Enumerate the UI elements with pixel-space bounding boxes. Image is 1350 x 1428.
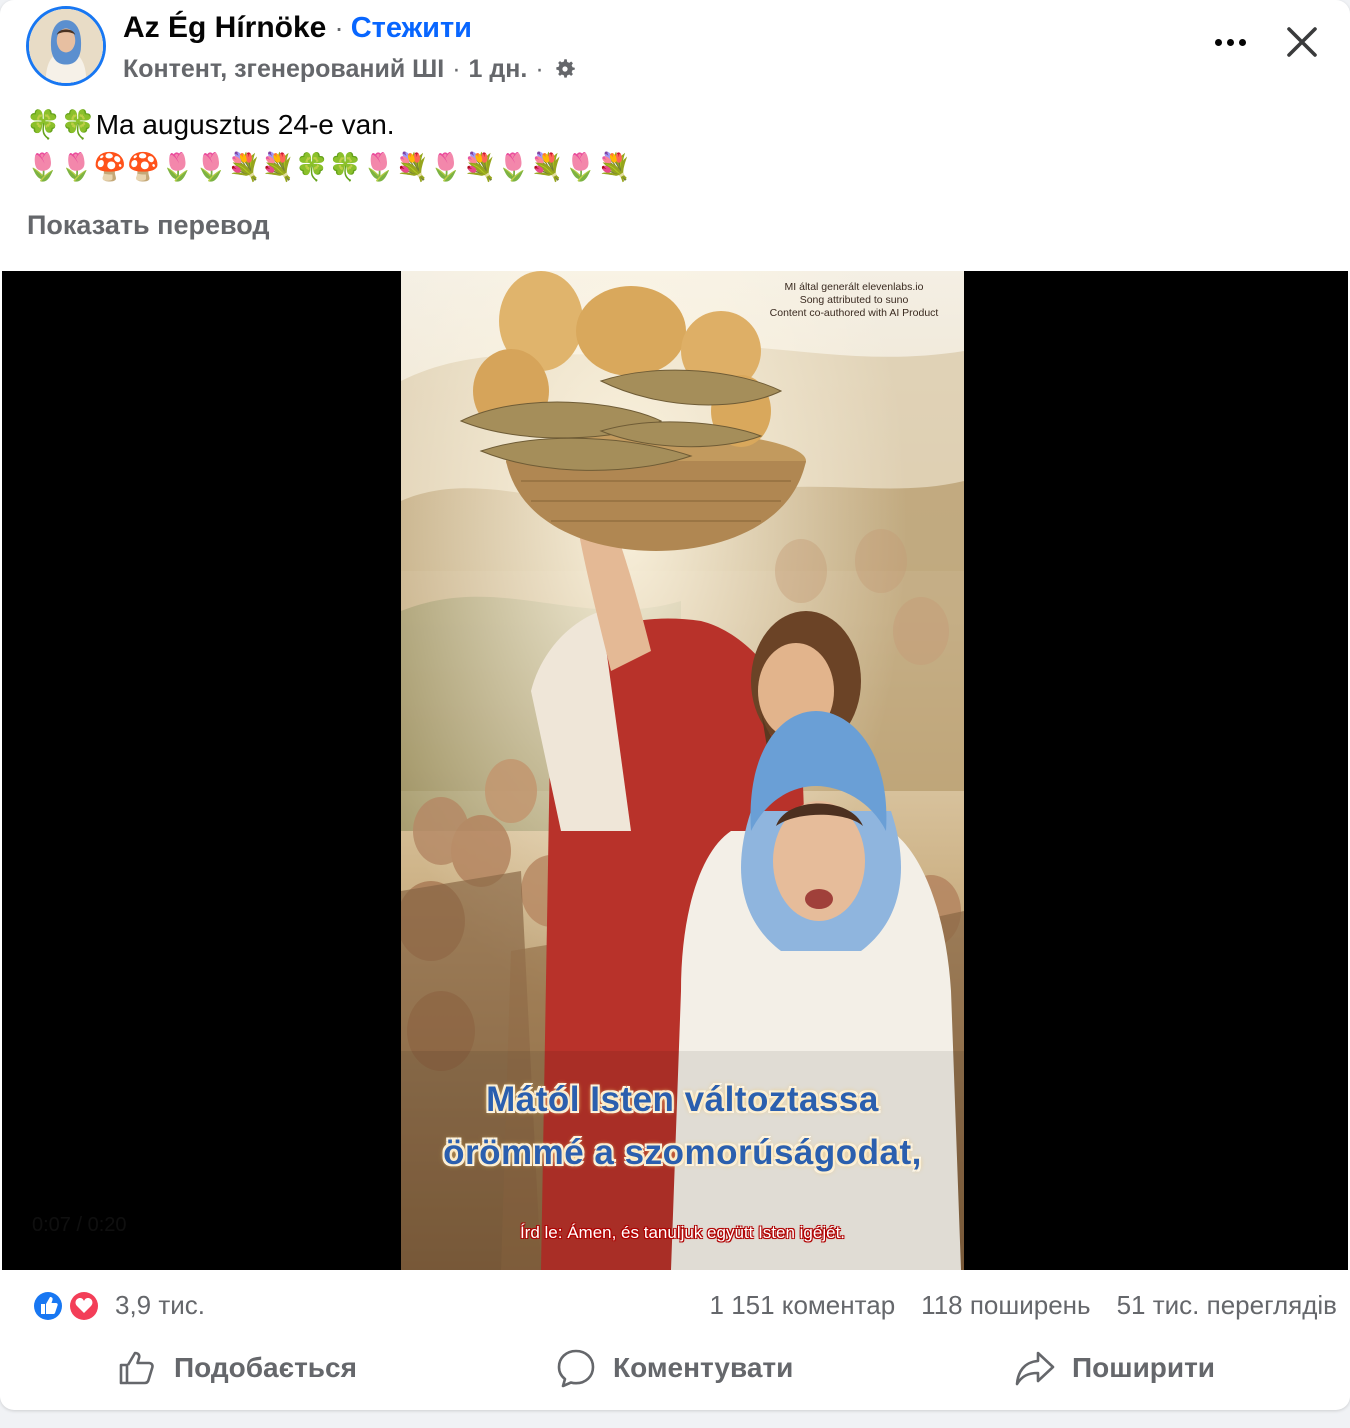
love-reaction-icon xyxy=(68,1290,100,1322)
watermark-line: Song attributed to suno xyxy=(799,294,909,306)
caption-line-1: Mától Isten változtassa xyxy=(486,1080,879,1119)
video-time: 0:07 / 0:20 xyxy=(32,1214,127,1236)
video-frame[interactable]: MI által generált elevenlabs.io Song att… xyxy=(401,271,964,1270)
post-actions-bar: Подобається Коментувати Поширити xyxy=(0,1336,1350,1400)
post-card: Az Ég Hírnöke · Стежити Контент, згенеро… xyxy=(0,0,1350,1410)
author-avatar[interactable] xyxy=(26,6,106,86)
engagement-stats: 1 151 коментар 118 поширень 51 тис. пере… xyxy=(710,1290,1337,1321)
like-button[interactable]: Подобається xyxy=(116,1340,357,1396)
share-label: Поширити xyxy=(1072,1352,1216,1383)
comment-button[interactable]: Коментувати xyxy=(555,1340,793,1396)
video-caption: Mától Isten változtassa örömmé a szomorú… xyxy=(401,1073,964,1179)
watermark-line: Content co-authored with AI Product xyxy=(769,307,939,319)
ai-content-label[interactable]: Контент, згенерований ШІ xyxy=(123,55,444,84)
more-icon-dot xyxy=(1226,38,1234,46)
post-emoji-line: 🌷🌷🍄🍄🌷🌷💐💐🍀🍀🌷💐🌷💐🌷💐🌷💐 xyxy=(26,152,632,182)
video-player[interactable]: 0:07 / 0:20 MI által generált elevenlabs… xyxy=(2,271,1348,1270)
author-name[interactable]: Az Ég Hírnöke xyxy=(123,11,326,45)
thumb-up-icon xyxy=(119,1351,154,1385)
comments-count[interactable]: 1 151 коментар xyxy=(710,1290,896,1321)
share-button[interactable]: Поширити xyxy=(1014,1340,1215,1396)
views-count[interactable]: 51 тис. переглядів xyxy=(1117,1290,1337,1321)
more-options-button[interactable] xyxy=(1206,22,1254,62)
reaction-icons[interactable] xyxy=(30,1288,104,1324)
author-line: Az Ég Hírnöke · Стежити xyxy=(123,10,472,46)
ai-watermark: MI által generált elevenlabs.io Song att… xyxy=(764,281,944,320)
meta-separator-2: · xyxy=(535,54,544,83)
like-label: Подобається xyxy=(174,1352,357,1383)
caption-line-2: örömmé a szomorúságodat, xyxy=(443,1133,922,1172)
follow-button[interactable]: Стежити xyxy=(351,12,472,45)
like-reaction-icon xyxy=(32,1290,64,1322)
comment-label: Коментувати xyxy=(613,1352,794,1383)
video-subtitle: Írd le: Ámen, és tanuljuk együtt Isten i… xyxy=(519,1223,846,1242)
more-icon-dot xyxy=(1238,38,1246,46)
reactions-count[interactable]: 3,9 тис. xyxy=(115,1290,205,1321)
comment-icon xyxy=(557,1349,595,1388)
shares-count[interactable]: 118 поширень xyxy=(921,1290,1090,1321)
share-icon xyxy=(1015,1351,1055,1386)
meta-separator: · xyxy=(452,54,461,83)
close-icon[interactable] xyxy=(1278,18,1326,66)
reaction-stats-bar: 3,9 тис. 1 151 коментар 118 поширень 51 … xyxy=(0,1282,1350,1330)
post-text-line: 🍀🍀Ma augusztus 24-e van. xyxy=(26,109,395,140)
post-time[interactable]: 1 дн. xyxy=(469,55,528,84)
post-meta: Контент, згенерований ШІ · 1 дн. · xyxy=(123,52,578,86)
gear-icon[interactable] xyxy=(552,56,578,82)
more-icon-dot xyxy=(1214,38,1222,46)
dot-separator: · xyxy=(334,12,344,43)
watermark-line: MI által generált elevenlabs.io xyxy=(784,281,924,293)
see-translation-link[interactable]: Показать перевод xyxy=(27,210,270,241)
